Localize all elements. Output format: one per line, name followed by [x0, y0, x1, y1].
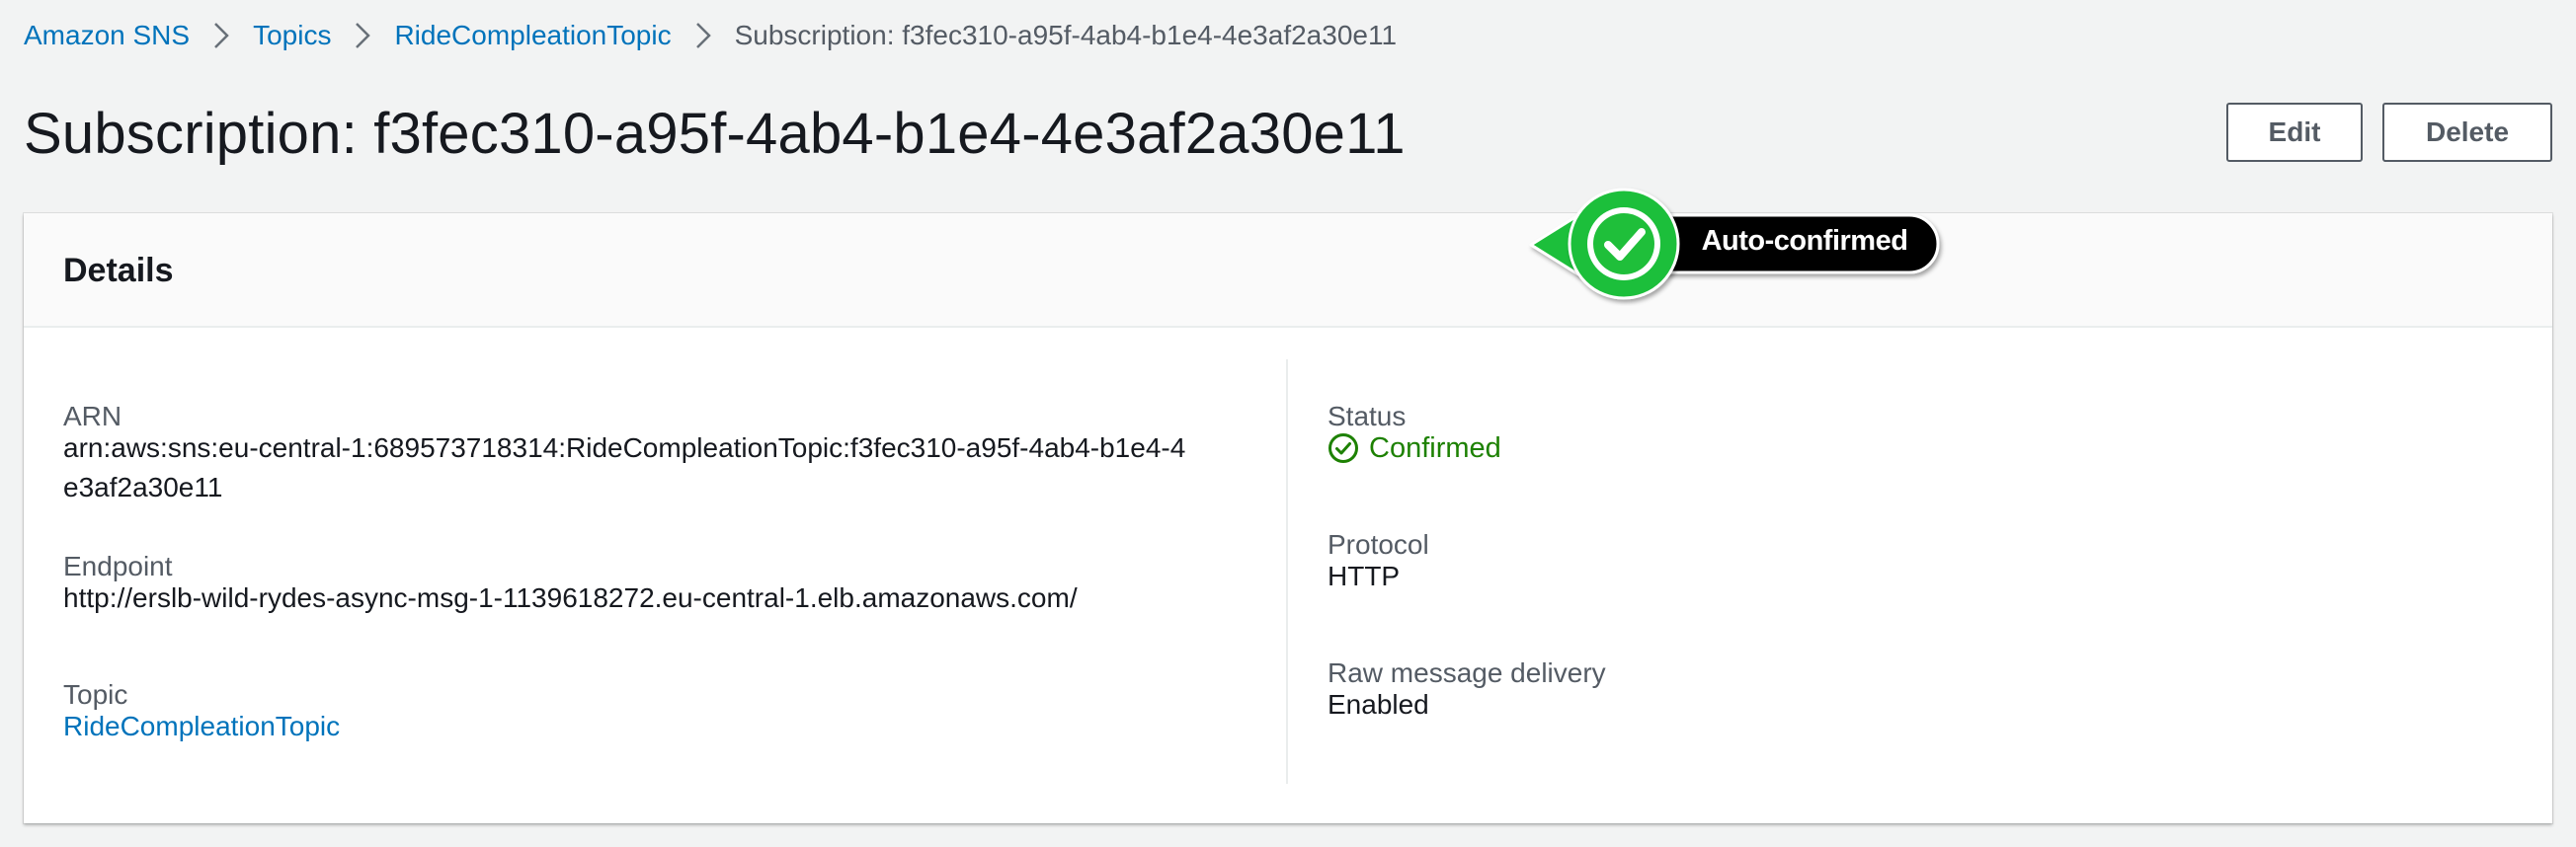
details-title: Details	[63, 252, 174, 289]
arn-value: arn:aws:sns:eu-central-1:689573718314:Ri…	[63, 432, 1186, 502]
auto-confirmed-callout: Auto-confirmed	[1503, 176, 1948, 306]
breadcrumb: Amazon SNS Topics RideCompleationTopic S…	[24, 14, 1397, 57]
status-text: Confirmed	[1369, 431, 1501, 464]
breadcrumb-current: Subscription: f3fec310-a95f-4ab4-b1e4-4e…	[734, 20, 1398, 50]
raw-message-delivery-value: Enabled	[1328, 689, 1429, 720]
chevron-right-icon	[684, 14, 723, 57]
auto-confirmed-label: Auto-confirmed	[1701, 225, 1908, 257]
delete-button[interactable]: Delete	[2382, 103, 2552, 162]
chevron-right-icon	[343, 14, 382, 57]
column-divider	[1286, 359, 1288, 784]
status-value: Confirmed	[1328, 428, 1501, 468]
breadcrumb-link-topics[interactable]: Topics	[253, 20, 331, 51]
breadcrumb-link-topic[interactable]: RideCompleationTopic	[394, 20, 671, 51]
details-panel: Details ARN arn:aws:sns:eu-central-1:689…	[24, 213, 2552, 823]
page-title: Subscription: f3fec310-a95f-4ab4-b1e4-4e…	[24, 102, 1406, 166]
topic-link[interactable]: RideCompleationTopic	[63, 707, 340, 746]
check-circle-icon	[1328, 432, 1359, 464]
edit-button[interactable]: Edit	[2226, 103, 2363, 162]
endpoint-value: http://erslb-wild-rydes-async-msg-1-1139…	[63, 582, 1078, 613]
breadcrumb-link-amazon-sns[interactable]: Amazon SNS	[24, 20, 190, 51]
details-panel-header: Details	[24, 213, 2552, 328]
protocol-value: HTTP	[1328, 561, 1401, 591]
chevron-right-icon	[201, 14, 241, 57]
